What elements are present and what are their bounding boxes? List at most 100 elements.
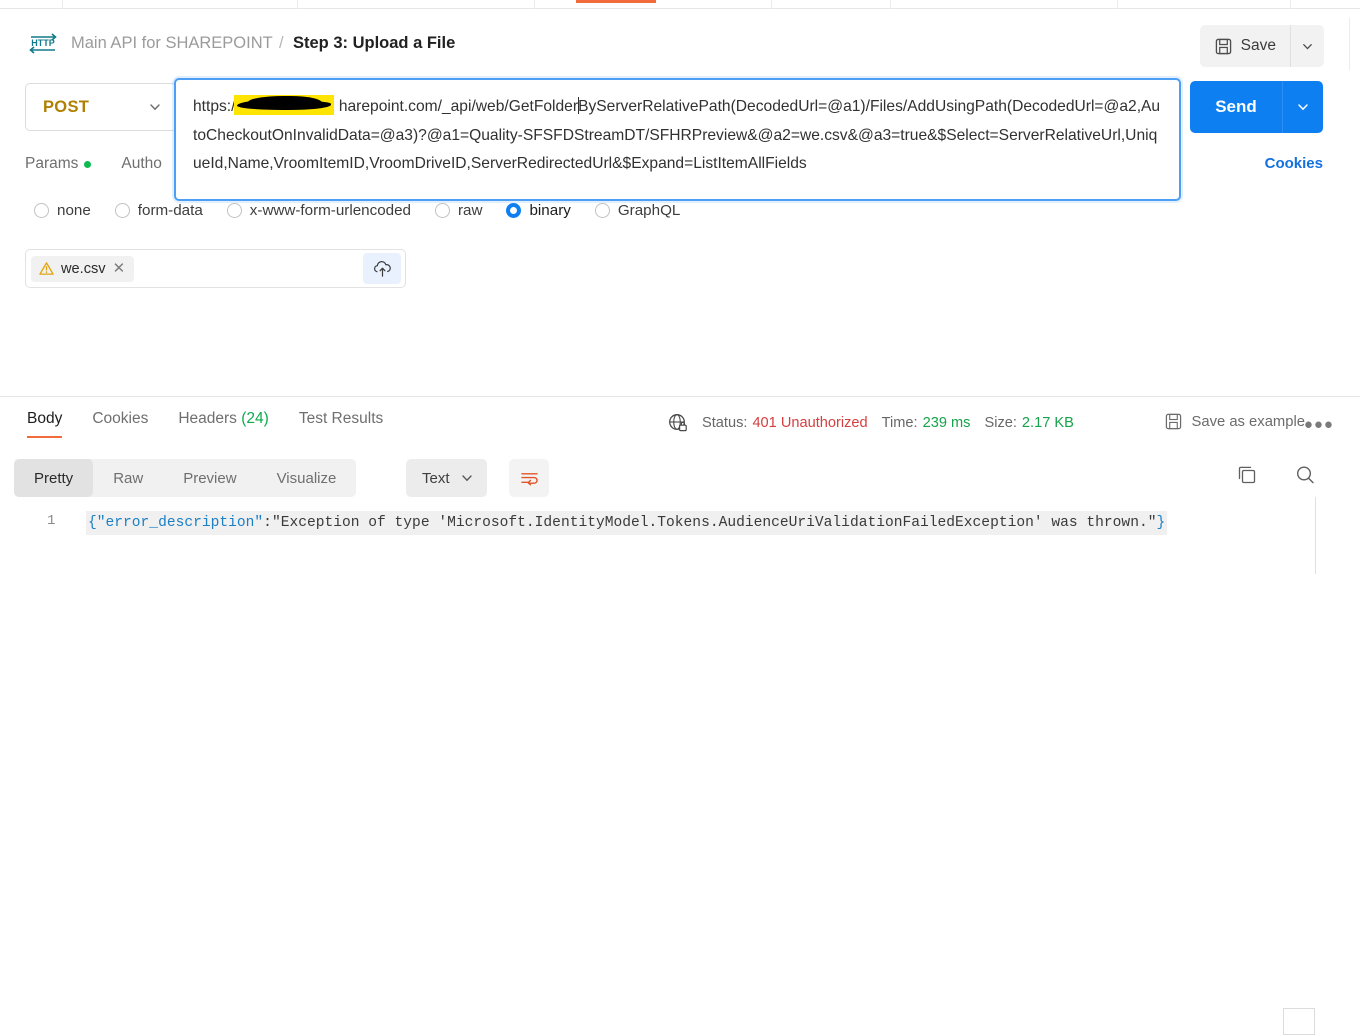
selected-file-chip[interactable]: we.csv ✕ xyxy=(31,255,135,282)
radio-raw-label: raw xyxy=(458,202,483,219)
url-text: https:// harepoint.com/_api/web/GetFolder… xyxy=(193,93,1163,179)
chevron-down-icon xyxy=(1298,104,1308,111)
time-value: 239 ms xyxy=(922,415,971,431)
url-input[interactable]: https:// harepoint.com/_api/web/GetFolder… xyxy=(174,78,1181,201)
word-wrap-icon xyxy=(520,472,538,485)
radio-graphql-label: GraphQL xyxy=(617,202,681,219)
selection-end-marker xyxy=(1283,1008,1315,1035)
json-value: "Exception of type 'Microsoft.IdentityMo… xyxy=(271,515,1157,531)
line-number: 1 xyxy=(47,513,56,529)
selected-file-name: we.csv xyxy=(61,260,106,277)
radio-binary-label: binary xyxy=(529,202,571,219)
response-body-viewer[interactable]: 1 {"error_description":"Exception of typ… xyxy=(0,505,1360,1035)
floppy-disk-icon xyxy=(1215,38,1231,54)
save-as-example-label: Save as example xyxy=(1191,413,1305,430)
http-method-select[interactable]: POST xyxy=(25,83,177,131)
copy-button[interactable] xyxy=(1236,464,1258,491)
binary-file-picker[interactable]: we.csv ✕ xyxy=(25,249,406,288)
header-right-divider xyxy=(1349,18,1350,70)
chevron-down-icon xyxy=(150,104,160,111)
radio-none[interactable]: none xyxy=(34,202,91,219)
tab-divider xyxy=(1290,0,1291,9)
radio-circle xyxy=(114,203,130,218)
close-icon[interactable]: ✕ xyxy=(113,261,126,276)
request-tab-strip[interactable] xyxy=(0,0,1360,9)
json-close-brace: } xyxy=(1156,515,1166,531)
response-meta: Status: 401 Unauthorized Time: 239 ms Si… xyxy=(668,413,1074,433)
svg-text:HTTP: HTTP xyxy=(31,38,55,48)
size-label: Size: xyxy=(984,415,1017,431)
send-button-group[interactable]: Send xyxy=(1190,81,1323,133)
save-button-label: Save xyxy=(1240,37,1276,54)
tab-cookies-label: Cookies xyxy=(92,410,149,427)
tab-divider xyxy=(534,0,535,9)
tab-params[interactable]: Params xyxy=(25,155,92,173)
breadcrumb-parent[interactable]: Main API for SHAREPOINT xyxy=(71,34,273,53)
body-type-radio-group[interactable]: none form-data x-www-form-urlencoded raw… xyxy=(34,202,680,219)
time-label: Time: xyxy=(881,415,918,431)
tab-test-results-label: Test Results xyxy=(298,410,384,427)
radio-circle xyxy=(34,203,49,218)
copy-icon xyxy=(1238,466,1256,484)
tab-authorization[interactable]: Autho xyxy=(121,155,162,173)
radio-form-data[interactable]: form-data xyxy=(114,202,203,219)
tab-headers-label: Headers xyxy=(178,410,237,427)
search-button[interactable] xyxy=(1294,464,1316,491)
tab-params-label: Params xyxy=(25,155,79,172)
view-raw[interactable]: Raw xyxy=(93,459,163,497)
send-dropdown-button[interactable] xyxy=(1282,81,1323,133)
cloud-upload-button[interactable] xyxy=(363,253,401,284)
redacted-domain xyxy=(234,95,334,115)
request-tabs[interactable]: Params Autho xyxy=(25,155,162,173)
word-wrap-button[interactable] xyxy=(509,459,549,497)
status-label: Status: xyxy=(702,415,748,431)
save-button[interactable]: Save xyxy=(1200,25,1290,67)
tab-authorization-label: Autho xyxy=(121,155,162,172)
ellipsis-icon[interactable]: ●●● xyxy=(1304,416,1334,433)
search-icon xyxy=(1296,466,1314,484)
breadcrumb-separator: / xyxy=(279,34,284,52)
radio-circle-selected xyxy=(506,203,522,218)
response-view-segmented-control[interactable]: Pretty Raw Preview Visualize xyxy=(14,459,357,497)
chevron-down-icon xyxy=(461,475,472,482)
radio-raw[interactable]: raw xyxy=(435,202,482,219)
view-pretty[interactable]: Pretty xyxy=(14,459,94,497)
tab-divider xyxy=(1117,0,1118,9)
save-button-group[interactable]: Save xyxy=(1199,25,1324,67)
headers-count: (24) xyxy=(241,410,269,427)
view-visualize[interactable]: Visualize xyxy=(257,459,357,497)
response-tabs[interactable]: Body Cookies Headers (24) Test Results xyxy=(12,410,398,438)
size-value: 2.17 KB xyxy=(1021,415,1074,431)
radio-binary[interactable]: binary xyxy=(506,202,571,219)
request-header: HTTP Main API for SHAREPOINT / Step 3: U… xyxy=(0,10,1360,70)
cookies-link[interactable]: Cookies xyxy=(1265,155,1323,172)
tab-test-results[interactable]: Test Results xyxy=(284,410,398,438)
cloud-upload-icon xyxy=(373,260,391,277)
tab-body-label: Body xyxy=(27,410,63,427)
radio-urlencoded-label: x-www-form-urlencoded xyxy=(249,202,411,219)
url-body-a: harepoint.com/_api/web/GetFolder xyxy=(338,98,579,115)
status-value: 401 Unauthorized xyxy=(752,415,868,431)
http-method-value: POST xyxy=(43,97,90,116)
globe-lock-icon[interactable] xyxy=(668,413,688,433)
response-format-value: Text xyxy=(422,469,450,487)
json-open-brace: { xyxy=(88,515,97,531)
save-dropdown-button[interactable] xyxy=(1290,25,1324,67)
json-colon: : xyxy=(263,515,272,531)
json-key: "error_description" xyxy=(96,515,264,531)
radio-graphql[interactable]: GraphQL xyxy=(594,202,681,219)
radio-x-www-form-urlencoded[interactable]: x-www-form-urlencoded xyxy=(226,202,411,219)
tab-body[interactable]: Body xyxy=(12,410,77,438)
radio-circle xyxy=(594,203,610,218)
send-button[interactable]: Send xyxy=(1190,81,1282,133)
tab-cookies[interactable]: Cookies xyxy=(77,410,163,438)
view-preview[interactable]: Preview xyxy=(163,459,256,497)
response-format-select[interactable]: Text xyxy=(406,459,487,497)
floppy-disk-icon xyxy=(1166,413,1182,430)
tab-divider xyxy=(890,0,891,9)
tab-headers[interactable]: Headers (24) xyxy=(163,410,283,438)
pane-splitter[interactable] xyxy=(0,396,1360,397)
save-as-example-button[interactable]: Save as example xyxy=(1165,413,1305,430)
url-scheme: https:// xyxy=(193,98,240,115)
radio-none-label: none xyxy=(57,202,91,219)
